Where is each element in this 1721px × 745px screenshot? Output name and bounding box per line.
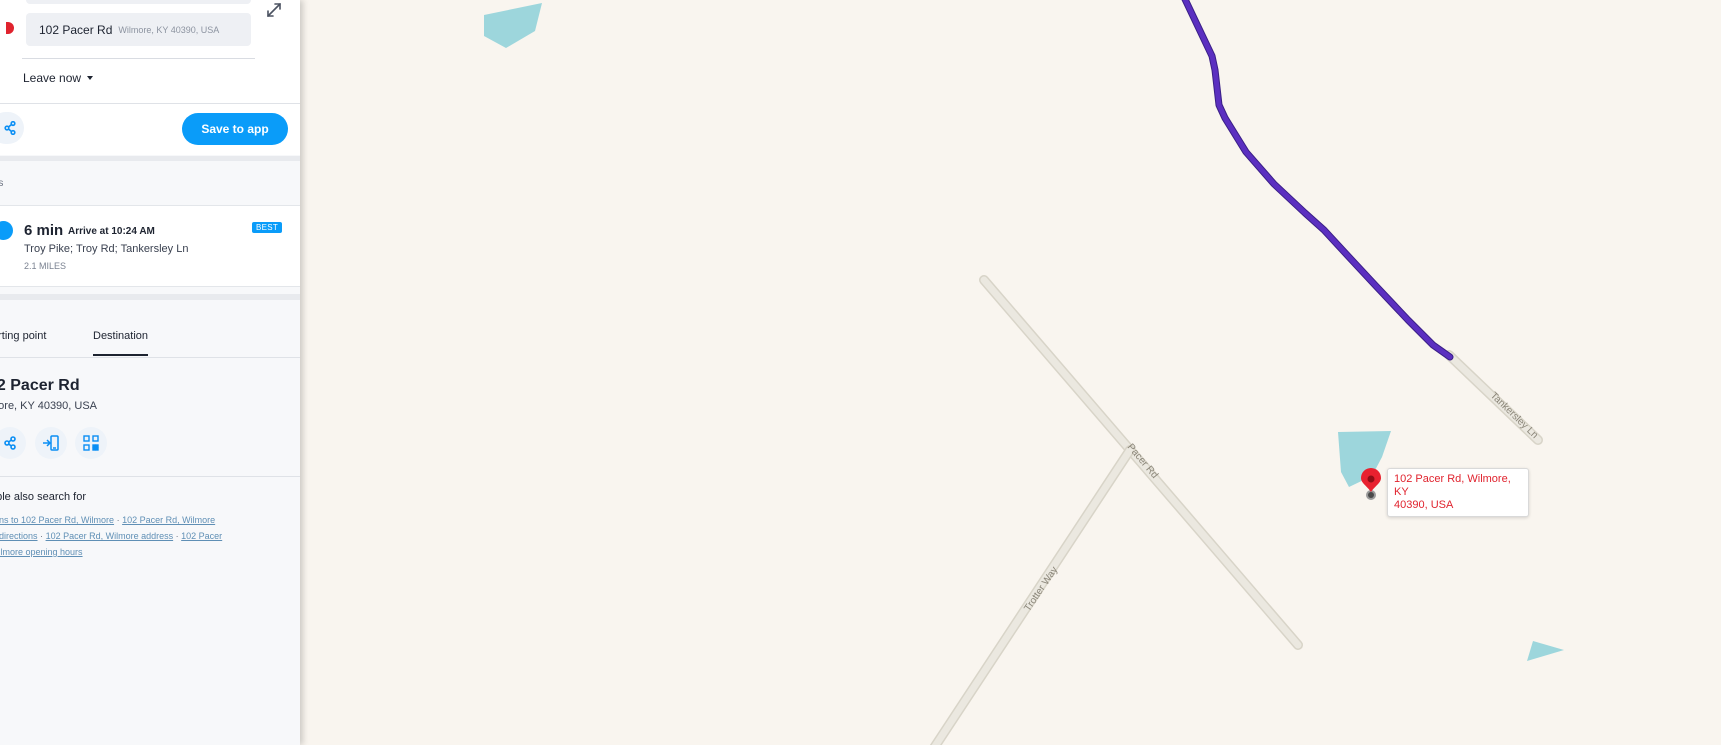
route-duration: 6 min [24,222,64,239]
also-links-row: ving directions · 102 Pacer Rd, Wilmore … [0,528,285,544]
also-link[interactable]: 102 Pacer [181,531,222,541]
also-link[interactable]: 102 Pacer Rd, Wilmore address [46,531,174,541]
route-line[interactable] [1181,0,1454,361]
save-to-app-button[interactable]: Save to app [182,113,288,145]
people-also-search-title: ople also search for [0,491,86,503]
swap-directions-icon[interactable] [262,0,286,22]
share-location-button[interactable] [0,427,26,459]
point-tabs: arting point Destination [0,300,300,358]
tab-starting-point[interactable]: arting point [0,330,46,354]
qr-code-icon [83,435,99,451]
destination-marker-icon[interactable] [1361,468,1381,500]
road-label-pacer: Pacer Rd [1125,442,1160,481]
directions-form: 102 Pacer Rd Wilmore, KY 40390, USA Leav… [0,0,300,103]
also-links-row: ections to 102 Pacer Rd, Wilmore · 102 P… [0,512,285,528]
destination-input-primary: 102 Pacer Rd [39,22,113,37]
route-arrival: Arrive at 10:24 AM [68,226,155,237]
route-via: Troy Pike; Troy Rd; Tankersley Ln [24,243,189,255]
route-line-inner [1182,0,1453,360]
also-link[interactable]: ving directions [0,531,38,541]
destination-title: 02 Pacer Rd [0,377,80,394]
best-badge: BEST [252,222,283,233]
destination-input[interactable]: 102 Pacer Rd Wilmore, KY 40390, USA [26,13,251,46]
share-icon [4,121,16,135]
destination-details: 02 Pacer Rd more, KY 40390, USA [0,359,300,477]
caret-down-icon [87,76,94,80]
marker-popup-line1: 102 Pacer Rd, Wilmore, KY [1394,473,1511,498]
road-label-tankersley: Tankersley Ln [1488,390,1540,441]
destination-address: more, KY 40390, USA [0,400,98,412]
route-option[interactable]: 6 min Arrive at 10:24 AM BEST Troy Pike;… [0,205,300,287]
form-divider [22,58,255,59]
share-button[interactable] [0,112,24,144]
app-root: Pacer Rd Trotter Way Tankersley Ln 102 P… [0,0,1721,745]
marker-popup-line2: 40390, USA [1394,499,1454,511]
action-bar: Save to app [0,104,300,155]
qr-code-button[interactable] [75,427,107,459]
origin-input[interactable] [26,0,251,4]
destination-dot-icon [6,22,14,34]
tab-destination[interactable]: Destination [93,330,149,356]
road-label-trotter: Trotter Way [1022,565,1060,614]
share-icon [4,436,16,450]
directions-sidebar: 102 Pacer Rd Wilmore, KY 40390, USA Leav… [0,0,300,745]
routes-section-title: tes [0,161,300,204]
also-link[interactable]: 102 Pacer Rd, Wilmore [122,515,215,525]
send-to-device-button[interactable] [35,427,67,459]
routes-section-label: tes [0,178,4,189]
route-bullet-icon [0,221,13,240]
marker-popup[interactable]: 102 Pacer Rd, Wilmore, KY 40390, USA [1387,468,1529,517]
also-link[interactable]: Wilmore opening hours [0,547,83,557]
leave-now-label: Leave now [23,71,82,85]
water-area [1527,641,1564,661]
people-also-search-links: ections to 102 Pacer Rd, Wilmore · 102 P… [0,512,285,560]
also-links-row: Wilmore opening hours [0,544,285,560]
route-distance: 2.1 MILES [24,261,67,271]
water-area [484,3,542,48]
send-to-device-icon [43,435,59,451]
destination-input-secondary: Wilmore, KY 40390, USA [118,24,220,35]
leave-now-dropdown[interactable]: Leave now [23,71,94,85]
also-link[interactable]: ections to 102 Pacer Rd, Wilmore [0,515,114,525]
